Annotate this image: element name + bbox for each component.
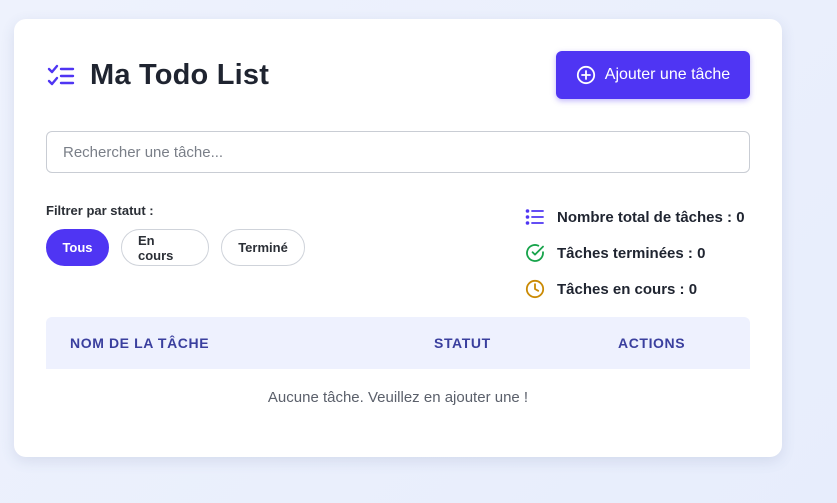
add-task-button-label: Ajouter une tâche: [604, 66, 731, 83]
check-circle-icon: [525, 243, 545, 263]
filter-in-progress-button[interactable]: En cours: [121, 229, 209, 266]
filter-all-button[interactable]: Tous: [46, 229, 109, 266]
filter-label: Filtrer par statut :: [46, 203, 154, 218]
todo-card: Ma Todo List Ajouter une tâche Filtrer p…: [14, 19, 782, 457]
table-header: NOM DE LA TÂCHE STATUT ACTIONS: [46, 317, 750, 369]
list-icon: [525, 207, 545, 227]
filter-done-button[interactable]: Terminé: [221, 229, 305, 266]
plus-circle-icon: [576, 65, 596, 85]
stat-in-progress-value: 0: [688, 280, 698, 298]
checklist-icon: [46, 61, 76, 91]
stat-total: Nombre total de tâches : 0: [525, 199, 745, 235]
page-title: Ma Todo List: [90, 59, 270, 91]
clock-icon: [525, 279, 545, 299]
title-wrap: Ma Todo List: [46, 59, 269, 92]
column-header-status: STATUT: [434, 335, 491, 351]
column-header-name: NOM DE LA TÂCHE: [70, 335, 210, 351]
stat-in-progress: Tâches en cours : 0: [525, 271, 745, 307]
empty-state-message: Aucune tâche. Veuillez en ajouter une !: [267, 389, 529, 406]
stat-done: Tâches terminées : 0: [525, 235, 745, 271]
stat-total-value: 0: [736, 208, 745, 226]
header: Ma Todo List Ajouter une tâche: [46, 51, 750, 99]
add-task-button[interactable]: Ajouter une tâche: [556, 51, 750, 99]
column-header-actions: ACTIONS: [618, 335, 686, 351]
task-table: NOM DE LA TÂCHE STATUT ACTIONS Aucune tâ…: [46, 317, 750, 406]
stat-total-label: Nombre total de tâches :: [557, 208, 733, 226]
search-input[interactable]: [46, 131, 750, 173]
stat-done-value: 0: [697, 244, 706, 262]
stat-done-label: Tâches terminées :: [557, 244, 693, 262]
task-stats: Nombre total de tâches : 0 Tâches termin…: [525, 199, 745, 307]
stat-in-progress-label: Tâches en cours :: [557, 280, 685, 298]
status-filters: Tous En cours Terminé: [46, 229, 305, 266]
